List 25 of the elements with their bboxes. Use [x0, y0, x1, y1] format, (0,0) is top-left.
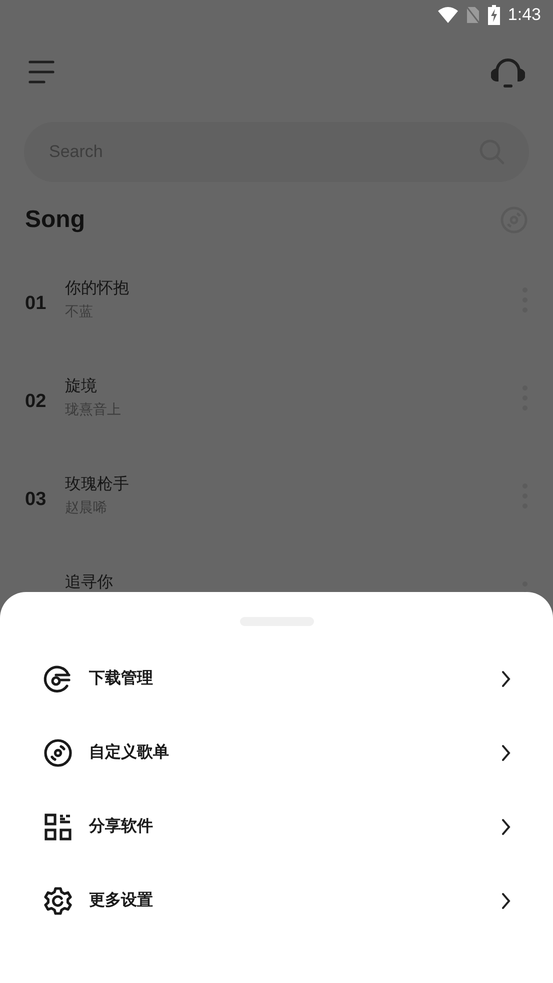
chevron-right-icon [501, 818, 511, 836]
gear-icon [43, 886, 73, 916]
track-number: 03 [25, 489, 46, 510]
chevron-right-icon [501, 892, 511, 910]
chevron-right-icon [501, 670, 511, 688]
chevron-right-icon [501, 744, 511, 762]
menu-item[interactable]: 更多设置 [0, 864, 553, 938]
menu-item[interactable]: 分享软件 [0, 790, 553, 864]
menu-item[interactable]: 下载管理 [0, 642, 553, 716]
status-time: 1:43 [508, 4, 541, 26]
track-number: 02 [25, 391, 46, 412]
qr-code-icon [43, 812, 73, 842]
song-title[interactable]: 追寻你 [65, 573, 522, 593]
no-sim-icon [466, 6, 480, 24]
song-title[interactable]: 旋境 [65, 377, 522, 397]
menu-icon[interactable] [28, 60, 55, 84]
disc-icon [43, 738, 73, 768]
song-title[interactable]: 玫瑰枪手 [65, 475, 522, 495]
track-number: 01 [25, 293, 46, 314]
headset-icon[interactable] [491, 56, 525, 88]
section-title: Song [25, 205, 85, 235]
song-title[interactable]: 你的怀抱 [65, 279, 522, 299]
wifi-icon [438, 7, 458, 23]
menu-item[interactable]: 自定义歌单 [0, 716, 553, 790]
battery-charging-icon [488, 5, 500, 25]
